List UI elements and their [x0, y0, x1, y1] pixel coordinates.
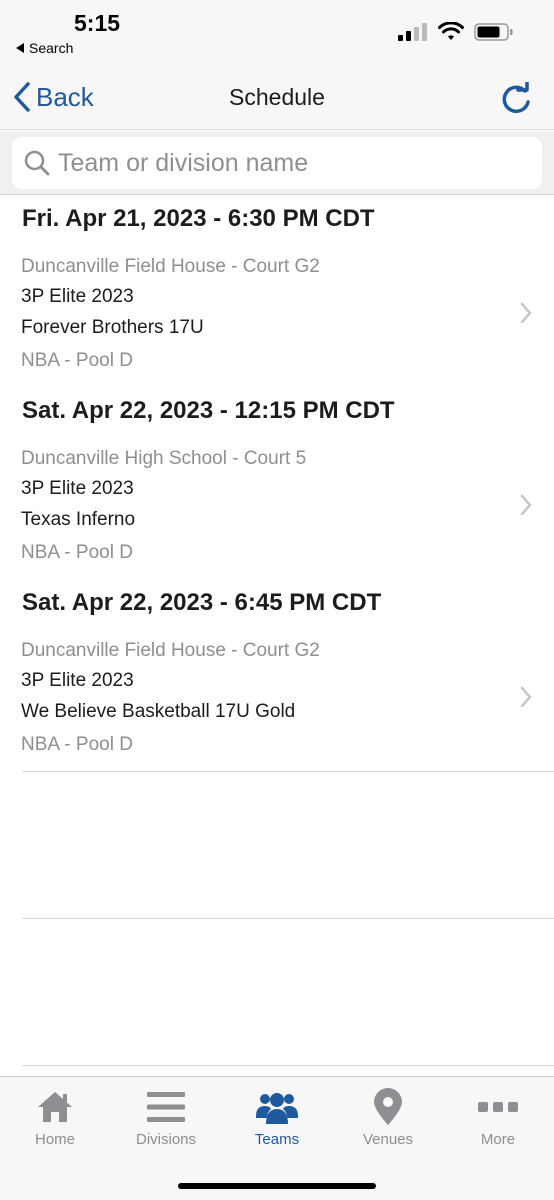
tab-more-label: More [480, 1131, 516, 1148]
game-event: 3P Elite 2023 [21, 670, 134, 691]
chevron-right-icon [520, 494, 532, 516]
game-row[interactable]: Sat. Apr 22, 2023 - 6:45 PM CDT Duncanvi… [0, 580, 554, 772]
search-box[interactable] [12, 137, 542, 189]
game-division: NBA - Pool D [21, 734, 133, 755]
game-date: Fri. Apr 21, 2023 - 6:30 PM CDT [22, 205, 375, 232]
chevron-right-icon [520, 686, 532, 708]
home-indicator[interactable] [178, 1183, 376, 1189]
tab-venues-label: Venues [362, 1131, 414, 1148]
game-date: Sat. Apr 22, 2023 - 6:45 PM CDT [22, 589, 382, 616]
tab-divisions[interactable]: Divisions [111, 1087, 221, 1148]
schedule-list: Fri. Apr 21, 2023 - 6:30 PM CDT Duncanvi… [0, 196, 554, 772]
game-opponent: Forever Brothers 17U [21, 317, 204, 338]
status-bar: 5:15 Search [0, 0, 554, 64]
tab-teams-label: Teams [254, 1131, 300, 1148]
tab-divisions-label: Divisions [135, 1131, 196, 1148]
list-separator [22, 918, 554, 919]
page-title: Schedule [229, 84, 325, 110]
battery-icon [474, 23, 513, 41]
game-opponent: We Believe Basketball 17U Gold [21, 701, 296, 722]
search-input[interactable] [58, 148, 518, 178]
tab-home[interactable]: Home [0, 1087, 110, 1148]
chevron-right-icon [520, 302, 532, 324]
tab-teams[interactable]: Teams [222, 1087, 332, 1148]
list-separator [22, 771, 554, 772]
list-icon [147, 1092, 185, 1122]
game-row[interactable]: Sat. Apr 22, 2023 - 12:15 PM CDT Duncanv… [0, 388, 554, 580]
game-venue: Duncanville Field House - Court G2 [21, 256, 320, 277]
home-icon [38, 1092, 72, 1122]
game-venue: Duncanville Field House - Court G2 [21, 640, 320, 661]
game-row[interactable]: Fri. Apr 21, 2023 - 6:30 PM CDT Duncanvi… [0, 196, 554, 388]
game-division: NBA - Pool D [21, 542, 133, 563]
list-separator [22, 1065, 554, 1066]
status-back-label: Search [29, 40, 74, 56]
tab-home-label: Home [34, 1131, 75, 1148]
game-division: NBA - Pool D [21, 350, 133, 371]
search-icon [24, 150, 50, 176]
status-time: 5:15 [74, 10, 121, 36]
search-bar [0, 131, 554, 195]
tab-venues[interactable]: Venues [333, 1087, 443, 1148]
game-opponent: Texas Inferno [21, 509, 136, 530]
people-icon [256, 1093, 298, 1124]
tab-more[interactable]: More [443, 1087, 553, 1148]
cellular-signal-icon [398, 23, 427, 41]
game-date: Sat. Apr 22, 2023 - 12:15 PM CDT [22, 397, 395, 424]
refresh-icon [502, 80, 530, 114]
tab-bar: Home Divisions Teams Venues More [0, 1076, 554, 1200]
ellipsis-icon [478, 1102, 518, 1112]
navigation-bar: Back Schedule [0, 64, 554, 130]
game-event: 3P Elite 2023 [21, 478, 134, 499]
status-back-to-search[interactable]: Search [16, 40, 73, 56]
game-event: 3P Elite 2023 [21, 286, 134, 307]
wifi-icon [438, 22, 464, 40]
refresh-button[interactable] [500, 80, 532, 121]
game-venue: Duncanville High School - Court 5 [21, 448, 307, 469]
location-pin-icon [374, 1088, 402, 1125]
status-icons [398, 22, 514, 42]
back-triangle-icon [16, 43, 24, 53]
